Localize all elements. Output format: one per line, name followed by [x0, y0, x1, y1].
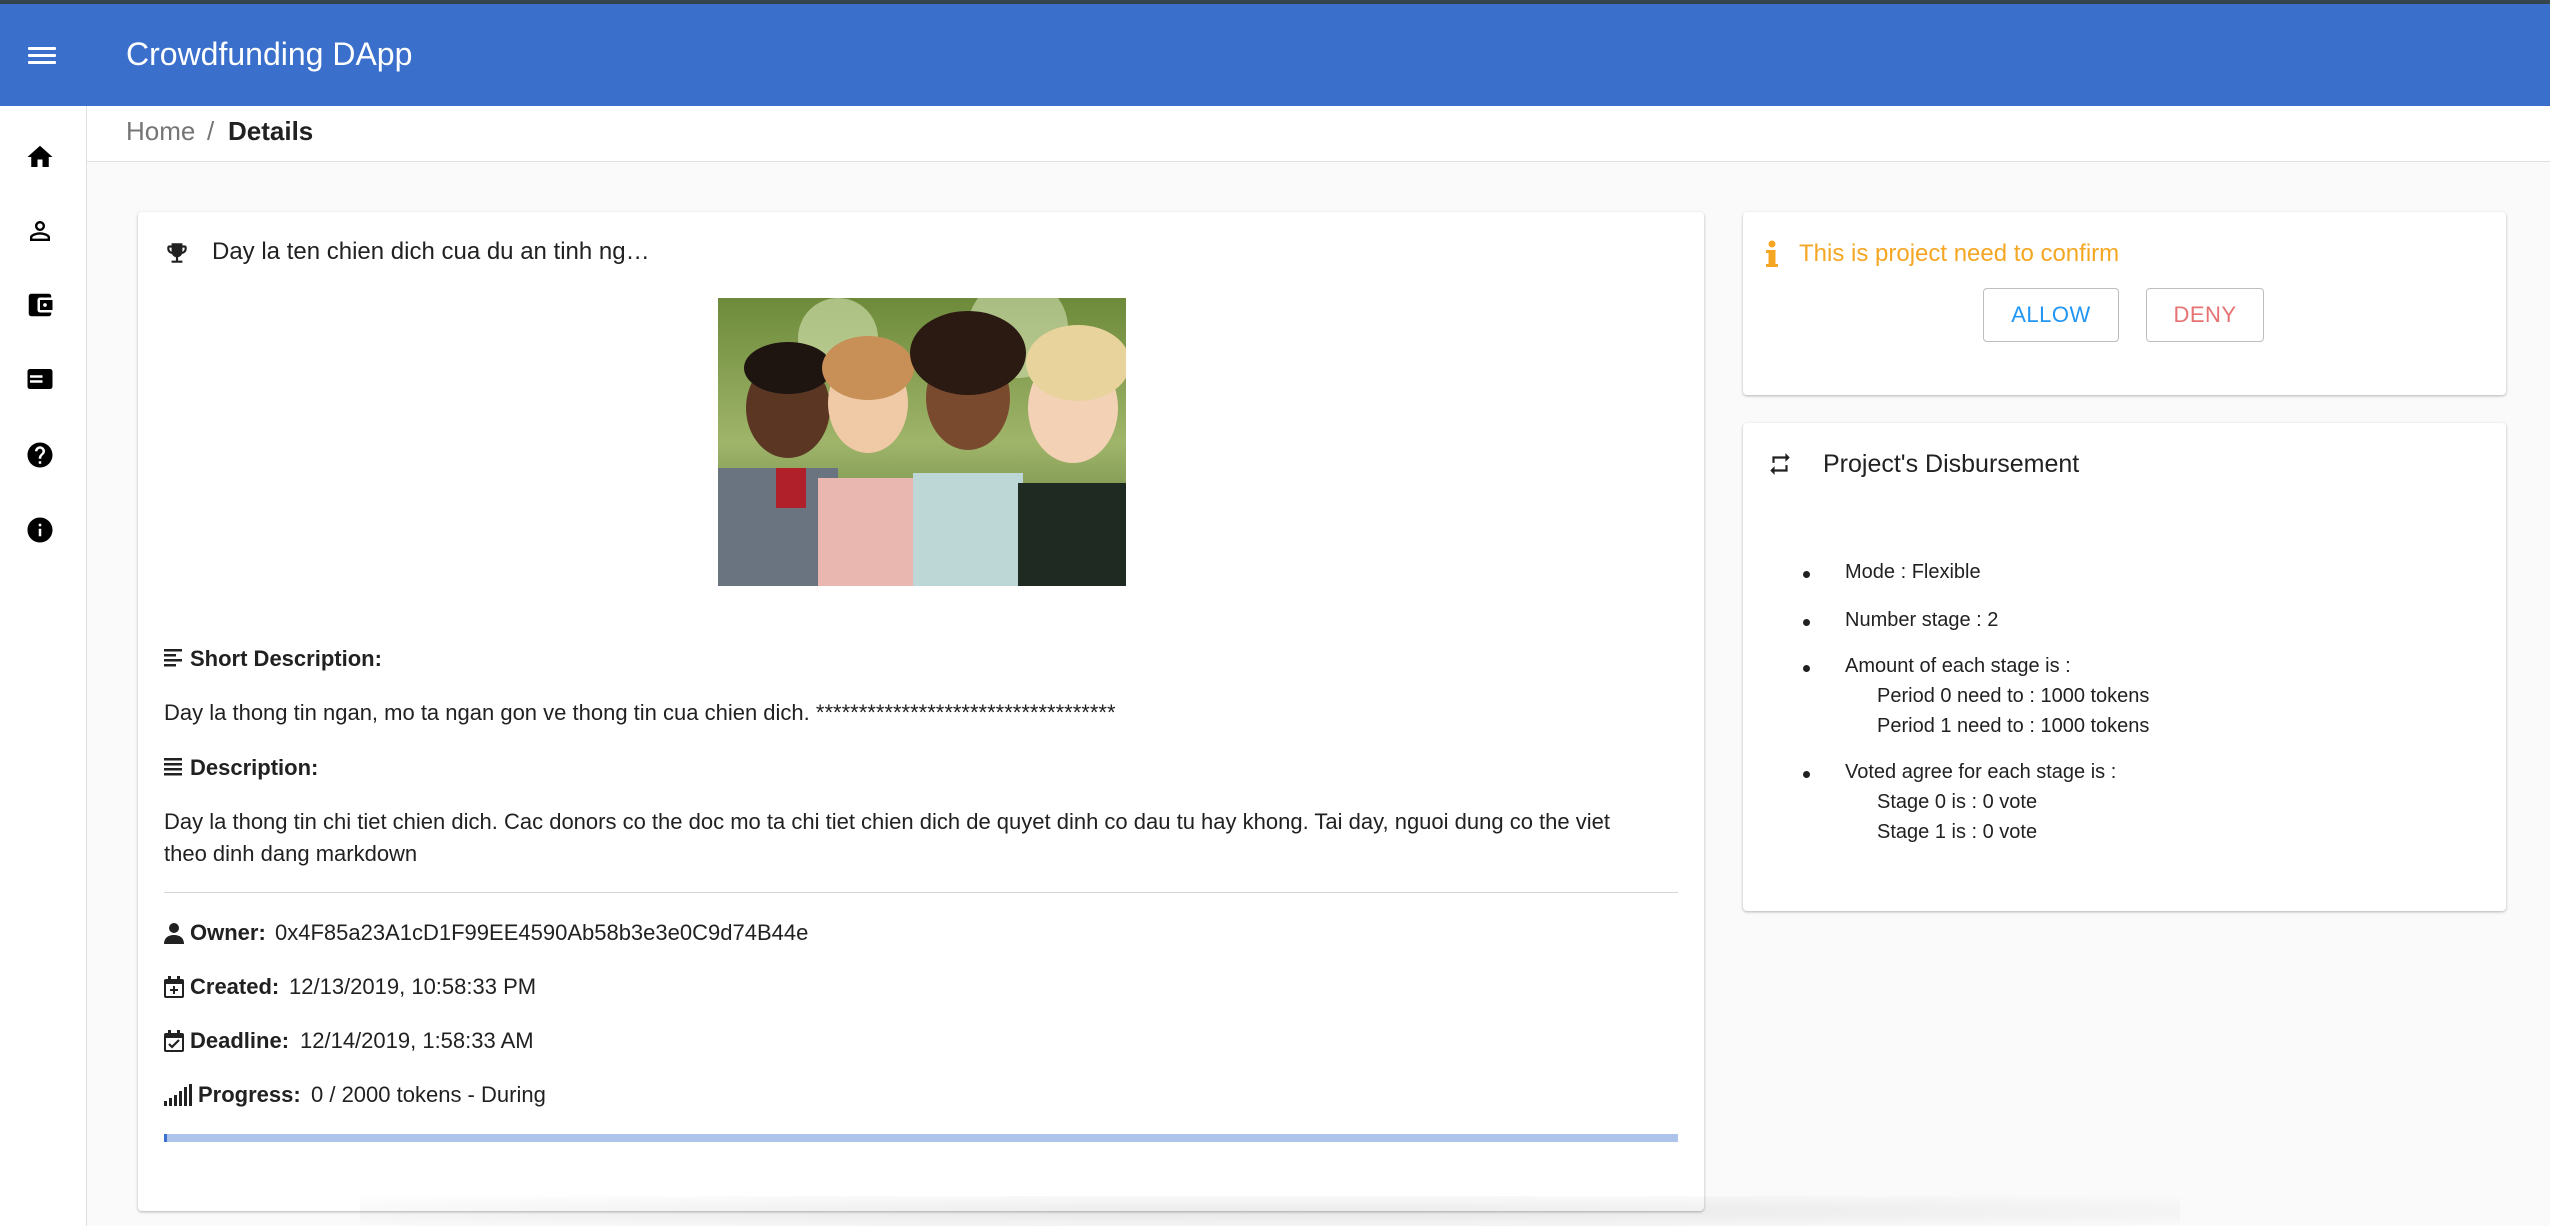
owner-address: 0x4F85a23A1cD1F99EE4590Ab58b3e3e0C9d74B4… — [275, 920, 809, 945]
created-label: Created: — [190, 974, 280, 999]
short-description-text: Day la thong tin ngan, mo ta ngan gon ve… — [164, 700, 1116, 725]
vote-item: Stage 1 is : 0 vote — [1877, 821, 2038, 843]
disbursement-mode: Mode : Flexible — [1845, 561, 1981, 583]
home-icon[interactable] — [22, 139, 58, 175]
votes-heading: Voted agree for each stage is : — [1845, 761, 2117, 783]
description-label: Description: — [190, 755, 319, 780]
breadcrumb-home-link[interactable]: Home — [126, 116, 195, 147]
home-icon[interactable] — [22, 106, 58, 142]
deny-button[interactable]: DENY — [2146, 288, 2264, 342]
help-icon[interactable] — [22, 437, 58, 473]
breadcrumb: Home / Details — [87, 106, 2550, 162]
owner-icon — [164, 922, 184, 949]
sidebar — [0, 106, 87, 1226]
deadline-label: Deadline: — [190, 1028, 290, 1053]
breadcrumb-separator: / — [207, 116, 215, 146]
progress-label: Progress: — [198, 1082, 301, 1107]
created-value: 12/13/2019, 10:58:33 PM — [289, 974, 537, 999]
signal-bars-icon — [164, 1084, 192, 1111]
breadcrumb-current: Details — [228, 116, 314, 146]
description-text-line2: theo dinh dang markdown — [164, 841, 418, 866]
short-description-icon — [164, 648, 184, 673]
calendar-plus-icon — [164, 976, 184, 1003]
progress-bar — [164, 1134, 1678, 1142]
divider — [164, 892, 1678, 893]
bullet — [1803, 571, 1810, 578]
bullet — [1803, 665, 1810, 672]
owner-label: Owner: — [190, 920, 266, 945]
app-bar: Crowdfunding DApp — [0, 4, 2550, 106]
confirm-message: This is project need to confirm — [1799, 240, 2120, 267]
progress-bar-fill — [164, 1134, 168, 1142]
description-icon — [164, 757, 184, 782]
description-text-line1: Day la thong tin chi tiet chien dich. Ca… — [164, 809, 1610, 834]
list-icon[interactable] — [22, 361, 58, 397]
disbursement-card: Project's Disbursement Mode : Flexible N… — [1743, 423, 2506, 911]
disbursement-number-stage: Number stage : 2 — [1845, 609, 1999, 631]
deadline-value: 12/14/2019, 1:58:33 AM — [300, 1028, 534, 1053]
info-icon[interactable] — [22, 512, 58, 548]
campaign-card: Day la ten chien dich cua du an tinh ng… — [138, 212, 1704, 1211]
menu-icon[interactable] — [24, 39, 62, 71]
progress-value: 0 / 2000 tokens - During — [311, 1082, 546, 1107]
bullet — [1803, 771, 1810, 778]
bottom-shadow — [360, 1196, 2180, 1226]
calendar-check-icon — [164, 1030, 184, 1057]
repeat-icon — [1765, 451, 1795, 482]
info-warning-icon — [1765, 240, 1779, 273]
campaign-photo — [718, 298, 1126, 586]
period-item: Period 1 need to : 1000 tokens — [1877, 715, 2150, 737]
disbursement-title: Project's Disbursement — [1823, 450, 2080, 478]
confirm-card: This is project need to confirm ALLOW DE… — [1743, 212, 2506, 395]
campaign-title: Day la ten chien dich cua du an tinh ng… — [212, 238, 650, 265]
amount-heading: Amount of each stage is : — [1845, 655, 2071, 677]
wallet-icon[interactable] — [22, 287, 58, 323]
vote-item: Stage 0 is : 0 vote — [1877, 791, 2038, 813]
person-icon[interactable] — [22, 213, 58, 249]
period-item: Period 0 need to : 1000 tokens — [1877, 685, 2150, 707]
trophy-icon — [164, 240, 190, 271]
app-title: Crowdfunding DApp — [126, 36, 413, 72]
allow-button[interactable]: ALLOW — [1983, 288, 2119, 342]
short-description-label: Short Description: — [190, 646, 382, 671]
bullet — [1803, 619, 1810, 626]
